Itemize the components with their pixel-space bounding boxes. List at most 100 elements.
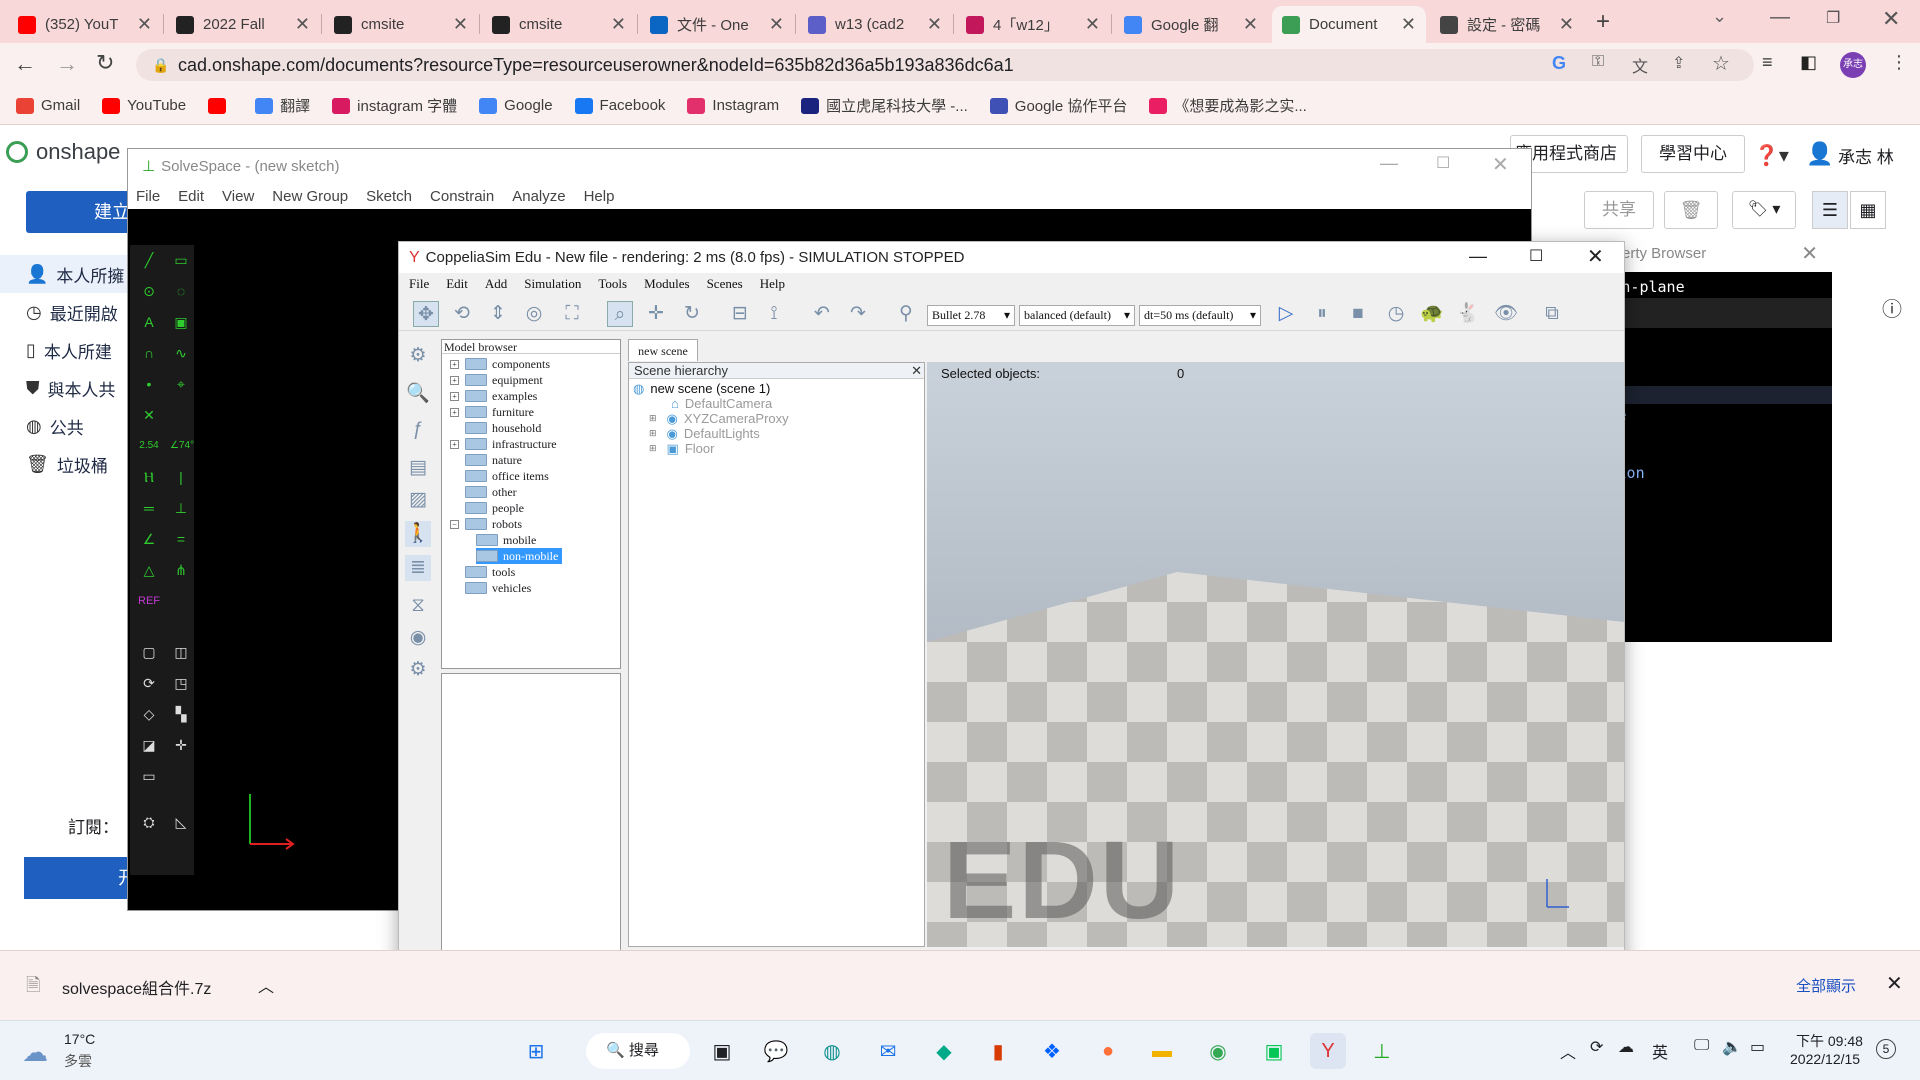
expand-toggle-icon[interactable]: + [450, 439, 459, 449]
browser-tab[interactable]: 2022 Fall ✕ [166, 6, 320, 43]
list-view-button[interactable]: ☰ [1812, 191, 1848, 229]
chrome-icon[interactable]: ◉ [1200, 1033, 1236, 1069]
visualization-icon[interactable]: 👁 [1493, 301, 1519, 327]
video-recorder-icon[interactable]: ◉ [405, 625, 431, 651]
page-selector-icon[interactable]: ⧉ [1539, 301, 1565, 327]
menu-item[interactable]: File [409, 276, 429, 292]
pause-icon[interactable]: ⏸ [1309, 301, 1335, 327]
bookmark[interactable] [208, 97, 233, 114]
hierarchy-item[interactable]: ◍ new scene (scene 1) [633, 381, 770, 396]
nearest-iso-icon[interactable]: ◇ [138, 703, 160, 725]
browser-tab[interactable]: (352) YouT ✕ [8, 6, 162, 43]
user-settings-icon[interactable]: ⚙ [405, 657, 431, 683]
forward-icon[interactable]: → [56, 51, 78, 77]
menu-item[interactable]: Edit [178, 188, 204, 205]
battery-icon[interactable]: ▭ [1750, 1037, 1765, 1057]
help-icon[interactable]: ❓▾ [1754, 143, 1789, 168]
close-tab-icon[interactable]: ✕ [927, 14, 942, 35]
onedrive-icon[interactable]: ☁ [1618, 1037, 1634, 1057]
edge-icon[interactable]: ◍ [814, 1033, 850, 1069]
distance-constraint-icon[interactable]: 2.54 [138, 435, 160, 457]
restore-window-button[interactable]: ❐ [1826, 8, 1840, 28]
chrome-menu-icon[interactable]: ⋮ [1890, 52, 1908, 73]
pan-icon[interactable]: ✛ [170, 734, 192, 756]
menu-item[interactable]: View [222, 188, 254, 205]
close-tab-icon[interactable]: ✕ [611, 14, 626, 35]
browser-tab[interactable]: 設定 - 密碼 ✕ [1430, 6, 1584, 43]
minimize-icon[interactable]: — [1380, 153, 1398, 174]
notification-badge[interactable]: 5 [1876, 1039, 1896, 1059]
triangle-icon[interactable]: △ [138, 559, 160, 581]
reading-list-icon[interactable]: ≡ [1762, 52, 1773, 73]
model-folder[interactable]: household [450, 420, 545, 436]
rectangle-tool-icon[interactable]: ▭ [170, 249, 192, 271]
info-icon[interactable]: ⓘ [1882, 293, 1902, 322]
office-icon[interactable]: ▮ [980, 1033, 1016, 1069]
star-icon[interactable]: ☆ [1712, 51, 1730, 76]
camera-angle-icon[interactable]: ◎ [521, 301, 547, 327]
menu-item[interactable]: Constrain [430, 188, 494, 205]
redo-icon[interactable]: ↷ [845, 301, 871, 327]
circle-tool-icon[interactable]: ⊙ [138, 280, 160, 302]
point-tool-icon[interactable]: • [138, 373, 160, 395]
maximize-icon[interactable]: ☐ [1529, 246, 1543, 266]
step-icon[interactable]: ◳ [170, 672, 192, 694]
clock-date[interactable]: 2022/12/15 [1790, 1051, 1860, 1067]
undo-icon[interactable]: ↶ [809, 301, 835, 327]
expand-toggle-icon[interactable]: ⊞ [649, 411, 657, 426]
play-icon[interactable]: ▷ [1273, 301, 1299, 327]
model-folder[interactable]: non-mobile [476, 548, 563, 564]
key-icon[interactable]: ⚿ [1592, 53, 1604, 71]
close-icon[interactable]: ✕ [1886, 971, 1903, 996]
close-icon[interactable]: ✕ [1492, 152, 1509, 177]
learning-center-button[interactable]: 學習中心 [1641, 135, 1745, 173]
chevron-up-icon[interactable]: ︿ [1560, 1039, 1576, 1063]
stop-icon[interactable]: ■ [1345, 301, 1371, 327]
chevron-up-icon[interactable]: ︿ [258, 973, 274, 997]
parallel-constraint-icon[interactable]: ═ [138, 497, 160, 519]
expand-toggle-icon[interactable]: ⊞ [649, 441, 657, 456]
close-tab-icon[interactable]: ✕ [453, 14, 468, 35]
calculation-modules-icon[interactable]: ƒ [405, 417, 431, 443]
grid-view-button[interactable]: ▦ [1850, 191, 1886, 229]
coppeliasim-taskbar-icon[interactable]: Y [1310, 1033, 1346, 1069]
browser-tab[interactable]: w13 (cad2 ✕ [798, 6, 952, 43]
share-button[interactable]: 共享 [1584, 191, 1654, 229]
object-shift-icon[interactable]: ✛ [643, 301, 669, 327]
user-avatar-icon[interactable]: 👤 [1806, 141, 1833, 167]
expand-toggle-icon[interactable]: + [450, 407, 459, 417]
label-dropdown-button[interactable]: 🏷 ▾ [1732, 191, 1796, 229]
close-window-button[interactable]: ✕ [1882, 6, 1900, 32]
simulation-settings-icon[interactable]: ⚙ [405, 343, 431, 369]
timestep-select[interactable]: dt=50 ms (default) [1139, 305, 1261, 326]
close-tab-icon[interactable]: ✕ [137, 14, 152, 35]
expand-toggle-icon[interactable]: + [450, 359, 459, 369]
profile-avatar[interactable]: 承志 [1840, 52, 1866, 78]
menu-item[interactable]: Tools [598, 276, 627, 292]
menu-item[interactable]: Add [485, 276, 507, 292]
download-filename[interactable]: solvespace組合件.7z [62, 975, 211, 999]
weather-temp[interactable]: 17°C [64, 1031, 95, 1047]
model-folder[interactable]: + equipment [450, 372, 547, 388]
perpendicular-constraint-icon[interactable]: ⊥ [170, 497, 192, 519]
line-icon[interactable]: ▣ [1256, 1033, 1292, 1069]
new-tab-button[interactable]: + [1596, 8, 1610, 36]
tab-search-chevron-icon[interactable]: ⌄ [1712, 6, 1727, 27]
menu-item[interactable]: File [136, 188, 160, 205]
model-folder[interactable]: nature [450, 452, 526, 468]
teams-chat-icon[interactable]: 💬 [758, 1033, 794, 1069]
minimize-icon[interactable]: — [1469, 246, 1487, 267]
model-folder[interactable]: people [450, 500, 528, 516]
menu-item[interactable]: New Group [272, 188, 348, 205]
menu-item[interactable]: Simulation [524, 276, 581, 292]
sweep-icon[interactable]: ⟳ [138, 672, 160, 694]
model-folder[interactable]: mobile [476, 532, 540, 548]
scene-hierarchy-icon[interactable]: ≣ [405, 555, 431, 581]
app-icon[interactable]: ◆ [926, 1033, 962, 1069]
browser-tab[interactable]: 4「w12」 ✕ [956, 6, 1110, 43]
model-folder[interactable]: + components [450, 356, 554, 372]
symmetric-icon[interactable]: ⋔ [170, 559, 192, 581]
share-icon[interactable]: ⇪ [1672, 53, 1685, 73]
fit-to-view-icon[interactable]: ⛶ [559, 301, 585, 327]
close-tab-icon[interactable]: ✕ [1085, 14, 1100, 35]
